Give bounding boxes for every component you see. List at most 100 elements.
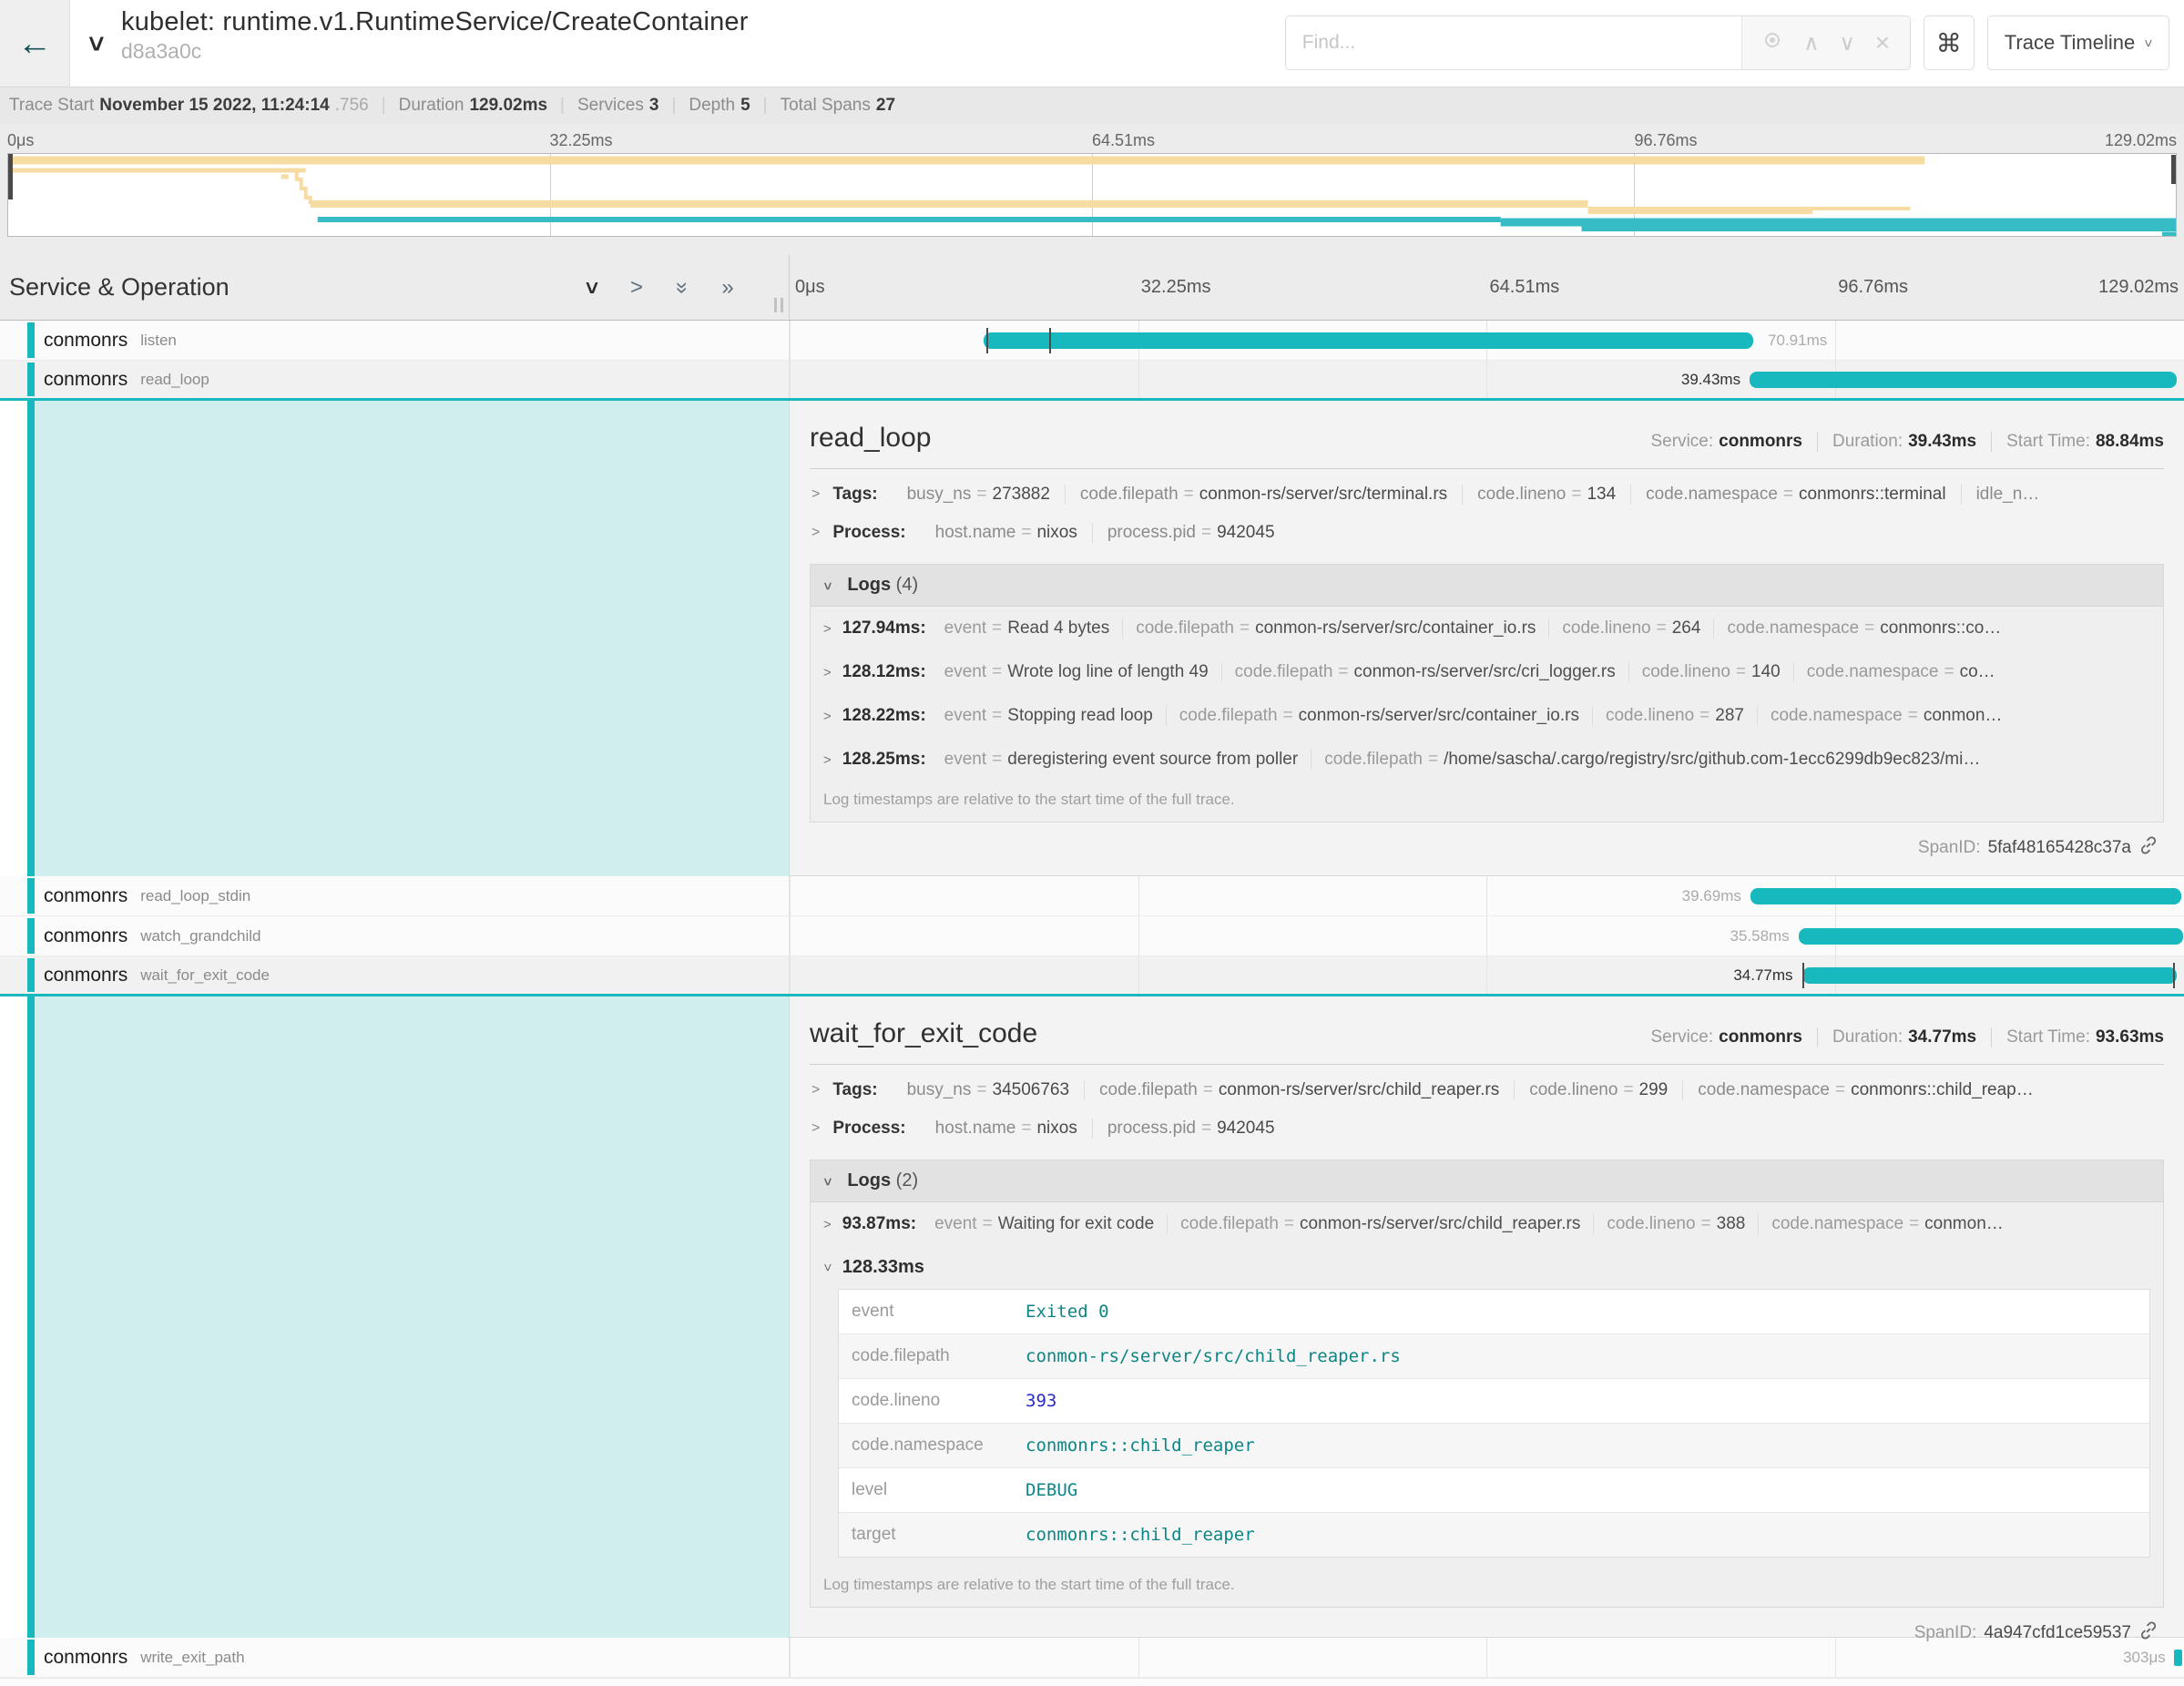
- service-name: conmonrs: [44, 330, 128, 352]
- column-resize-grip[interactable]: [774, 298, 783, 312]
- duration-value: 129.02ms: [469, 96, 547, 116]
- span-duration-label: 39.69ms: [1682, 887, 1741, 905]
- chevron-right-icon: >: [823, 1217, 832, 1232]
- spanid-label: SpanID:: [1918, 838, 1981, 858]
- collapse-one-icon[interactable]: >: [578, 276, 604, 300]
- span-bar[interactable]: [984, 332, 1753, 349]
- back-button[interactable]: ←: [0, 0, 70, 87]
- service-name: conmonrs: [44, 1647, 128, 1669]
- keyboard-shortcuts-button[interactable]: ⌘: [1924, 15, 1975, 70]
- service-operation-header: Service & Operation: [9, 273, 230, 301]
- chevron-down-icon: >: [820, 1263, 835, 1272]
- span-bar[interactable]: [1802, 967, 2178, 984]
- logs-footnote: Log timestamps are relative to the start…: [811, 782, 2163, 822]
- total-spans-value: 27: [876, 96, 895, 116]
- minimap-canvas[interactable]: [7, 153, 2177, 237]
- collapse-all-icon[interactable]: »: [669, 276, 695, 300]
- span-name-cell[interactable]: conmonrs wait_for_exit_code: [0, 956, 790, 994]
- tick-label: 129.02ms: [2105, 131, 2177, 150]
- service-name: conmonrs: [44, 965, 128, 986]
- span-bar[interactable]: [2174, 1650, 2181, 1666]
- span-name-cell[interactable]: conmonrs listen: [0, 321, 790, 360]
- find-input[interactable]: [1286, 16, 1741, 69]
- logs-footnote: Log timestamps are relative to the start…: [811, 1567, 2163, 1607]
- tags-row[interactable]: > Tags: busy_ns=34506763 code.filepath=c…: [810, 1070, 2164, 1109]
- tick-label: 64.51ms: [1490, 277, 1560, 298]
- next-match-icon[interactable]: ∨: [1839, 30, 1855, 56]
- services-value: 3: [649, 96, 659, 116]
- span-bar-cell[interactable]: 39.69ms: [790, 876, 2184, 915]
- tick-label: 129.02ms: [2098, 277, 2179, 298]
- chevron-right-icon: >: [811, 1082, 820, 1098]
- span-bar-cell[interactable]: 34.77ms: [790, 956, 2184, 994]
- log-entry[interactable]: > 128.22ms: event=Stopping read loop cod…: [811, 694, 2163, 738]
- span-bar-cell[interactable]: 35.58ms: [790, 916, 2184, 955]
- span-row-wait-for-exit-code: conmonrs wait_for_exit_code 34.77ms: [0, 956, 2184, 996]
- tick-label: 0μs: [7, 131, 34, 150]
- span-bar[interactable]: [1799, 928, 2184, 945]
- timeline-minimap-section: 0μs 32.25ms 64.51ms 96.76ms 129.02ms: [0, 124, 2184, 255]
- log-entry[interactable]: > 93.87ms: event=Waiting for exit code c…: [811, 1202, 2163, 1246]
- log-entry[interactable]: > 128.12ms: event=Wrote log line of leng…: [811, 650, 2163, 694]
- selected-span-indent: [35, 996, 790, 1638]
- back-arrow-icon: ←: [17, 26, 52, 61]
- selected-span-indent: [35, 401, 790, 876]
- chevron-down-icon: >: [820, 582, 835, 590]
- process-row[interactable]: > Process: host.name=nixos process.pid=9…: [810, 513, 2164, 551]
- span-bar-cell[interactable]: 39.43ms: [790, 361, 2184, 398]
- prev-match-icon[interactable]: ∧: [1803, 30, 1820, 56]
- span-name-cell[interactable]: conmonrs read_loop: [0, 361, 790, 398]
- operation-name: read_loop_stdin: [140, 887, 250, 905]
- span-bar-cell[interactable]: 303μs: [790, 1638, 2184, 1677]
- clear-search-icon[interactable]: ×: [1875, 28, 1890, 57]
- trace-collapse-toggle[interactable]: >: [70, 0, 121, 87]
- span-color-accent: [27, 322, 35, 358]
- total-spans-label: Total Spans: [781, 96, 871, 116]
- logs-toggle[interactable]: > Logs (4): [811, 565, 2163, 607]
- operation-name: listen: [140, 332, 177, 350]
- page-title: kubelet: runtime.v1.RuntimeService/Creat…: [121, 7, 749, 37]
- expanded-log-entry[interactable]: > 128.33ms: [811, 1246, 2163, 1287]
- trace-id: d8a3a0c: [121, 39, 749, 64]
- timeline-header: 0μs 32.25ms 64.51ms 96.76ms 129.02ms: [790, 255, 2184, 320]
- table-row: code.lineno 393: [839, 1379, 2149, 1424]
- span-row-read-loop-stdin: conmonrs read_loop_stdin 39.69ms: [0, 876, 2184, 916]
- span-color-accent: [27, 1640, 35, 1675]
- span-bar[interactable]: [1750, 372, 2176, 388]
- expand-one-icon[interactable]: >: [625, 275, 648, 301]
- log-tick: [1802, 963, 1804, 988]
- span-detail-wait-for-exit-code: wait_for_exit_code Service:conmonrs Dura…: [0, 996, 2184, 1638]
- locate-match-icon[interactable]: [1761, 29, 1783, 57]
- log-entry[interactable]: > 127.94ms: event=Read 4 bytes code.file…: [811, 607, 2163, 650]
- copy-link-icon[interactable]: [2138, 835, 2158, 861]
- service-name: conmonrs: [44, 925, 128, 947]
- span-name-cell[interactable]: conmonrs write_exit_path: [0, 1638, 790, 1677]
- trace-view-selector[interactable]: Trace Timeline >: [1987, 15, 2169, 70]
- span-name-cell[interactable]: conmonrs watch_grandchild: [0, 916, 790, 955]
- trace-start-value: November 15 2022, 11:24:14: [99, 96, 329, 116]
- detail-indent-area: [0, 401, 790, 876]
- operation-name: watch_grandchild: [140, 927, 260, 945]
- tags-row[interactable]: > Tags: busy_ns=273882 code.filepath=con…: [810, 475, 2164, 513]
- log-entry[interactable]: > 128.25ms: event=deregistering event so…: [811, 738, 2163, 782]
- span-row-watch-grandchild: conmonrs watch_grandchild 35.58ms: [0, 916, 2184, 956]
- tick-label: 32.25ms: [1141, 277, 1211, 298]
- logs-toggle[interactable]: > Logs (2): [811, 1160, 2163, 1202]
- expand-all-icon[interactable]: »: [716, 275, 740, 301]
- span-row-read-loop: conmonrs read_loop 39.43ms: [0, 361, 2184, 401]
- span-bar[interactable]: [1750, 888, 2181, 904]
- span-name-cell[interactable]: conmonrs read_loop_stdin: [0, 876, 790, 915]
- table-row: code.namespace conmonrs::child_reaper: [839, 1424, 2149, 1468]
- next-row-partial: [0, 1678, 2184, 1685]
- process-row[interactable]: > Process: host.name=nixos process.pid=9…: [810, 1109, 2164, 1147]
- trace-summary-bar: Trace Start November 15 2022, 11:24:14 .…: [0, 87, 2184, 124]
- chevron-right-icon: >: [823, 621, 832, 637]
- span-bar-cell[interactable]: 70.91ms: [790, 321, 2184, 360]
- tick-label: 0μs: [795, 277, 825, 298]
- detail-meta: Service:conmonrs Duration:39.43ms Start …: [1651, 432, 2165, 452]
- span-row-listen: conmonrs listen 70.91ms: [0, 321, 2184, 361]
- duration-label: Duration: [399, 96, 464, 116]
- detail-meta: Service:conmonrs Duration:34.77ms Start …: [1651, 1027, 2165, 1047]
- chevron-right-icon: >: [823, 752, 832, 768]
- log-tick: [986, 328, 988, 353]
